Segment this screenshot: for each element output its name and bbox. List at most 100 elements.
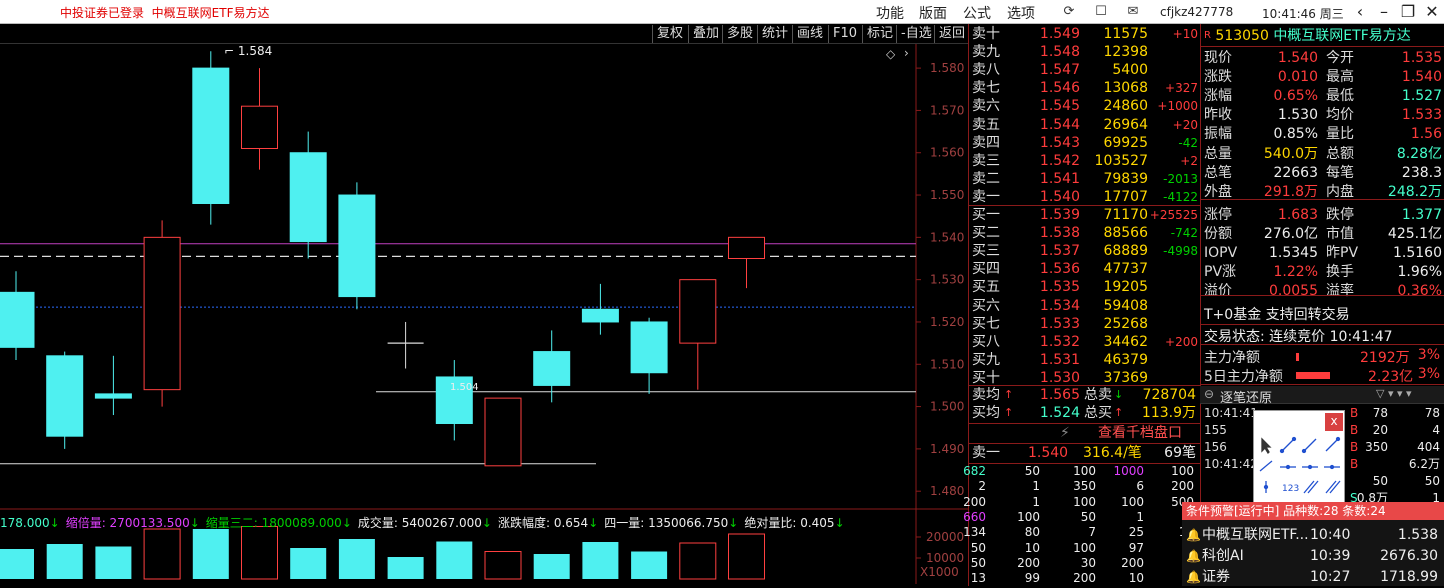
queue-value: 50	[970, 540, 986, 555]
refresh-icon[interactable]: ⟳	[1060, 3, 1078, 21]
alert-header[interactable]: 条件预警[运行中] 品种数:28 条数:24	[1182, 502, 1444, 520]
alert-row[interactable]: 🔔 中概互联网ETF... 10:40 1.538	[1182, 524, 1444, 546]
ask-level-row[interactable]: 卖九 1.548 12398	[968, 43, 1200, 61]
quote-label: 总额	[1326, 145, 1354, 162]
quote-label: 振幅	[1204, 126, 1232, 143]
queue-value: 1	[1032, 494, 1040, 509]
queue-row: 682 50 100 1000 100	[963, 464, 1200, 479]
level-change: +20	[1172, 117, 1198, 132]
ask-level-row[interactable]: 卖三 1.542 103527 +2	[968, 152, 1200, 170]
toolbar-f10-button[interactable]: F10	[828, 25, 861, 43]
y-tick-label: 1.500	[930, 400, 964, 414]
ask-level-row[interactable]: 卖六 1.545 24860 +1000	[968, 97, 1200, 115]
alert-row[interactable]: 🔔 证券 10:27 1718.99	[1182, 566, 1444, 588]
ask-level-row[interactable]: 卖五 1.544 26964 +20	[968, 116, 1200, 134]
candle	[435, 360, 473, 441]
sell1-count: 69笔	[1164, 445, 1196, 461]
tick-volume: 20	[1372, 423, 1388, 437]
level-price: 1.533	[1039, 315, 1080, 332]
user-id[interactable]: cfjkz427778	[1160, 5, 1233, 19]
bid-level-row[interactable]: 买三 1.537 68889 -4998	[968, 242, 1200, 260]
ask-level-row[interactable]: 卖二 1.541 79839 -2013	[968, 170, 1200, 188]
ask-level-row[interactable]: 卖七 1.546 13068 +327	[968, 79, 1200, 97]
bid-level-row[interactable]: 买九 1.531 46379	[968, 351, 1200, 369]
bid-level-row[interactable]: 买八 1.532 34462 +200	[968, 333, 1200, 351]
level-volume: 26964	[1103, 116, 1148, 133]
toolbar-multi-stock-button[interactable]: 多股	[722, 25, 757, 43]
ask-level-row[interactable]: 卖一 1.540 17707 -4122	[968, 188, 1200, 206]
tick-amount: 404	[1417, 440, 1440, 454]
level-label: 买五	[972, 279, 1000, 296]
menu-layout[interactable]: 版面	[919, 3, 947, 23]
menu-function[interactable]: 功能	[876, 3, 904, 23]
level-price: 1.536	[1039, 261, 1080, 278]
tick-time: 155	[1204, 423, 1227, 437]
queue-row: 1348072513	[963, 525, 1200, 540]
t0-notice: T+0基金 支持回转交易	[1204, 307, 1350, 323]
candle	[289, 131, 327, 259]
close-icon[interactable]: ✕	[1422, 2, 1442, 22]
bid-level-row[interactable]: 买四 1.536 47737	[968, 260, 1200, 278]
toolbar-draw-button[interactable]: 画线	[792, 25, 827, 43]
volume-bar	[338, 539, 375, 579]
popup-close-button[interactable]: x	[1325, 413, 1343, 431]
menu-formula[interactable]: 公式	[963, 3, 991, 23]
minimize-icon[interactable]: –	[1374, 2, 1394, 22]
level-label: 卖五	[972, 116, 1000, 133]
main-net-value: 2192万	[1360, 350, 1410, 366]
level-volume: 69925	[1103, 134, 1148, 151]
queue-value: 100	[1121, 494, 1144, 509]
bid-level-row[interactable]: 买六 1.534 59408	[968, 297, 1200, 315]
level-volume: 5400	[1112, 62, 1148, 79]
main-net-bar	[1296, 353, 1299, 361]
toolbar-stats-button[interactable]: 统计	[757, 25, 792, 43]
indicator-value: 178.000	[0, 516, 50, 530]
drawing-tools-grid[interactable]: 123	[1256, 435, 1342, 501]
chart-settings-icon[interactable]: ◇	[886, 47, 895, 61]
menu-options[interactable]: 选项	[1007, 3, 1035, 23]
toolbar-remove-watch-button[interactable]: -自选	[896, 25, 936, 43]
bid-total-label: 总买	[1084, 405, 1112, 421]
quote-label: 跌停	[1326, 206, 1354, 223]
alert-name: 中概互联网ETF...	[1202, 527, 1309, 543]
mail-icon[interactable]: ✉	[1124, 3, 1142, 21]
candlestick-chart[interactable]: ⌐ 1.584 1.504 1.580 1.570 1.560 1.550 1.540 1.…	[0, 44, 968, 584]
ask-level-row[interactable]: 卖八 1.547 5400	[968, 61, 1200, 79]
bid-level-row[interactable]: 买一 1.539 71170 +25525	[968, 206, 1200, 224]
ask-level-row[interactable]: 卖四 1.543 69925 -42	[968, 134, 1200, 152]
drawing-tools-popup: x 123	[1253, 410, 1345, 504]
y-tick-label: 1.550	[930, 188, 964, 202]
bid-level-row[interactable]: 买五 1.535 19205	[968, 278, 1200, 296]
chart-expand-icon[interactable]: ›	[904, 46, 909, 60]
condition-alert-panel: 条件预警[运行中] 品种数:28 条数:24 🔔 中概互联网ETF... 10:…	[1182, 502, 1444, 586]
restore-icon[interactable]: ❐	[1398, 2, 1418, 22]
queue-value: 682	[963, 464, 986, 478]
toolbar-adjust-button[interactable]: 复权	[652, 25, 687, 43]
message-icon[interactable]: ☐	[1092, 3, 1110, 21]
candle	[387, 321, 424, 369]
y-tick-label: 1.580	[930, 61, 964, 75]
toolbar-overlay-button[interactable]: 叠加	[688, 25, 723, 43]
tick-time: 156	[1204, 440, 1227, 454]
toolbar-back-button[interactable]: 返回	[934, 25, 969, 43]
ask-level-row[interactable]: 卖十 1.549 11575 +10	[968, 25, 1200, 43]
quote-label: 昨收	[1204, 107, 1232, 124]
tick-restore-header[interactable]: ⊖ 逐笔还原 ▽ ▾ ▾ ▾	[1200, 386, 1444, 406]
down-arrow-icon: ↓	[189, 516, 200, 530]
view-thousand-depth-button[interactable]: ⚡ 查看千档盘口	[968, 424, 1200, 443]
quote-row: 份额 276.0亿 市值 425.1亿	[1200, 225, 1444, 244]
bid-level-row[interactable]: 买二 1.538 88566 -742	[968, 224, 1200, 242]
toolbar-mark-button[interactable]: 标记	[862, 25, 897, 43]
level-label: 卖八	[972, 62, 1000, 79]
volume-bar	[143, 528, 181, 580]
queue-value: 50	[1024, 464, 1040, 478]
tick-amount: 4	[1432, 423, 1440, 437]
collapse-icon[interactable]: ⊖	[1204, 387, 1214, 401]
back-icon[interactable]: ‹	[1350, 2, 1370, 22]
alert-row[interactable]: 🔔 科创AI 10:39 2676.30	[1182, 545, 1444, 567]
indicator-value: 涨跌幅度: 0.654	[497, 516, 589, 530]
level-volume: 88566	[1103, 225, 1148, 242]
bid-level-row[interactable]: 买七 1.533 25268	[968, 315, 1200, 333]
candle	[728, 236, 765, 289]
filter-icon[interactable]: ▽ ▾ ▾ ▾	[1376, 387, 1412, 400]
